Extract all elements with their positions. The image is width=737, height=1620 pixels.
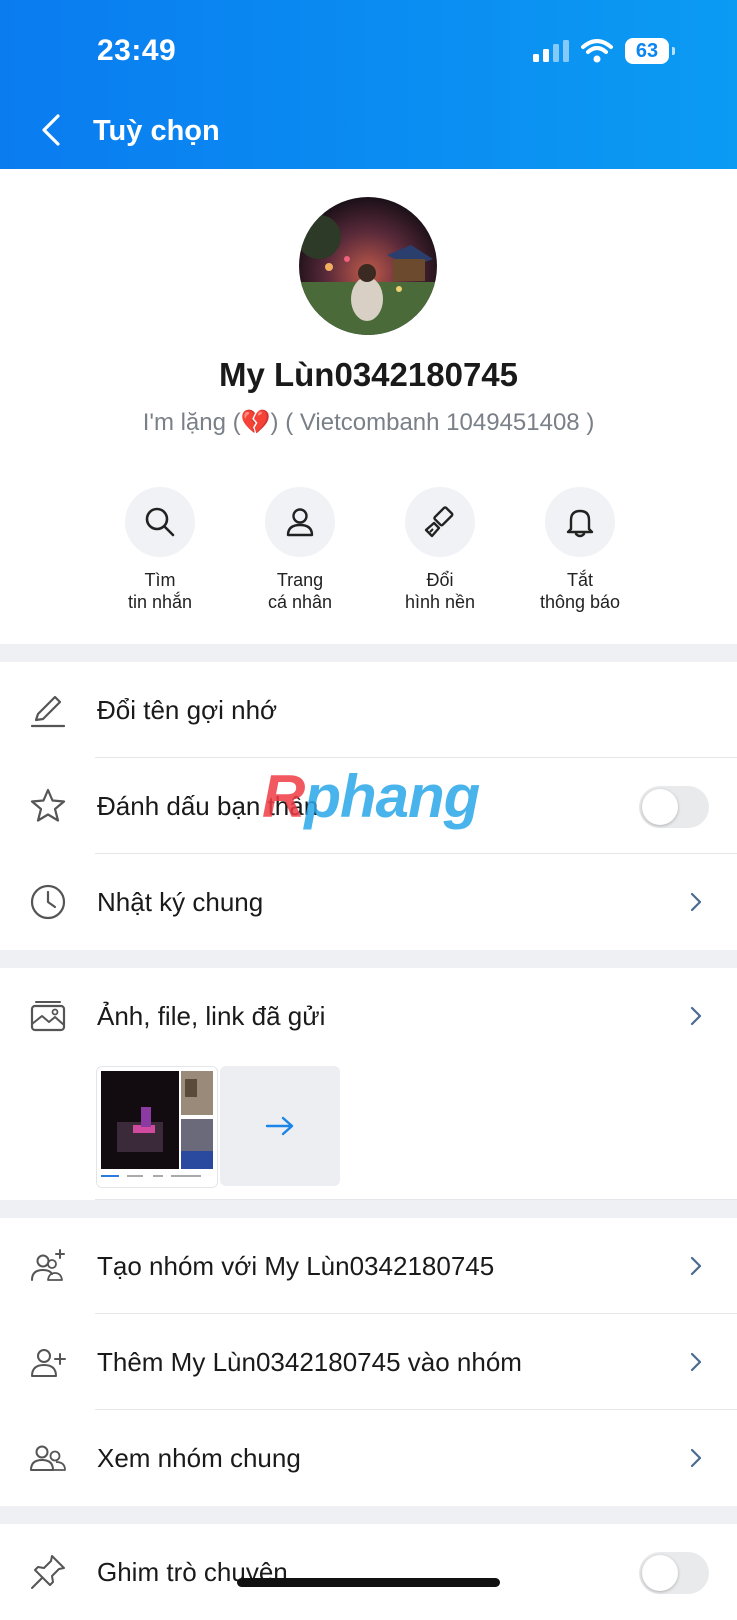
- view-more-media[interactable]: [220, 1066, 340, 1186]
- home-indicator[interactable]: [237, 1578, 500, 1587]
- menu-media-label: Ảnh, file, link đã gửi: [97, 1001, 326, 1031]
- action-change-wallpaper[interactable]: Đổi hình nền: [380, 487, 500, 613]
- thumbnail-image: [97, 1067, 217, 1187]
- pencil-icon: [30, 695, 66, 728]
- status-time: 23:49: [97, 34, 177, 67]
- menu-rename-label: Đổi tên gợi nhớ: [97, 695, 278, 725]
- signal-icon: [533, 40, 569, 62]
- menu-common-groups[interactable]: Xem nhóm chung: [0, 1410, 737, 1506]
- search-icon: [145, 507, 175, 537]
- battery-indicator: 63: [625, 38, 675, 64]
- arrow-right-icon: [265, 1116, 294, 1136]
- watermark-logo: Rphang: [262, 763, 480, 830]
- chevron-right-icon: [690, 1448, 702, 1468]
- status-suffix: ) ( Vietcombanh 1049451408 ): [270, 409, 595, 436]
- group-add-icon: [31, 1249, 65, 1281]
- action-label-line1: Đổi: [426, 570, 454, 590]
- section-gap: [0, 1200, 737, 1218]
- avatar-image: [299, 197, 437, 335]
- chevron-right-icon: [690, 1006, 702, 1026]
- action-label-line2: tin nhắn: [127, 592, 193, 612]
- action-label-line1: Tìm: [144, 570, 176, 590]
- action-label-line2: thông báo: [539, 592, 621, 612]
- menu-create-group[interactable]: Tạo nhóm với My Lùn0342180745: [0, 1218, 737, 1314]
- broken-heart-emoji: 💔: [240, 409, 271, 436]
- action-profile-page[interactable]: Trang cá nhân: [240, 487, 360, 613]
- user-icon: [286, 508, 314, 537]
- section-gap: [0, 644, 737, 662]
- menu-create-group-label: Tạo nhóm với My Lùn0342180745: [97, 1251, 495, 1281]
- clock-icon: [30, 884, 66, 920]
- action-label-line2: hình nền: [404, 592, 476, 612]
- chevron-right-icon: [690, 892, 702, 912]
- action-label-line2: cá nhân: [267, 592, 333, 612]
- chevron-right-icon: [690, 1352, 702, 1372]
- profile-section: My Lùn0342180745 I'm lặng (💔) ( Vietcomb…: [0, 169, 737, 644]
- top-bar: 23:49 63 Tuỳ chọn: [0, 0, 737, 169]
- profile-status: I'm lặng (💔) ( Vietcombanh 1049451408 ): [0, 408, 737, 437]
- user-add-icon: [31, 1349, 66, 1377]
- profile-name: My Lùn0342180745: [218, 356, 518, 393]
- status-icons: 63: [533, 38, 675, 64]
- media-thumbnail[interactable]: [96, 1066, 218, 1188]
- quick-actions: Tìmtin nhắn Trangcá nhân Đổihình nền: [100, 487, 640, 613]
- menu-diary[interactable]: Nhật ký chung: [0, 854, 737, 950]
- menu-add-to-group-label: Thêm My Lùn0342180745 vào nhóm: [97, 1347, 522, 1377]
- section-gap: [0, 1506, 737, 1524]
- action-search-messages[interactable]: Tìm tin nhắn: [100, 487, 220, 613]
- wifi-icon: [581, 39, 613, 63]
- toggle-knob: [642, 1555, 678, 1591]
- action-label-line1: Trang: [276, 570, 324, 590]
- menu-common-groups-label: Xem nhóm chung: [97, 1443, 301, 1473]
- menu-pin-chat: Ghim trò chuyện: [0, 1524, 737, 1620]
- menu-rename[interactable]: Đổi tên gợi nhớ: [0, 662, 737, 758]
- star-icon: [30, 788, 66, 822]
- page-title: Tuỳ chọn: [93, 115, 220, 147]
- pin-chat-toggle[interactable]: [639, 1552, 709, 1594]
- photo-icon: [30, 1001, 66, 1032]
- best-friend-toggle[interactable]: [639, 786, 709, 828]
- menu-media[interactable]: Ảnh, file, link đã gửi: [0, 968, 737, 1060]
- menu-diary-label: Nhật ký chung: [97, 887, 264, 917]
- back-arrow-icon[interactable]: [38, 113, 64, 147]
- pin-icon: [31, 1555, 65, 1589]
- status-prefix: I'm lặng (: [142, 409, 241, 436]
- section-gap: [0, 950, 737, 968]
- media-preview: [0, 1060, 737, 1200]
- action-label-line1: Tắt: [566, 570, 593, 590]
- users-icon: [30, 1445, 66, 1471]
- avatar[interactable]: [299, 197, 437, 335]
- toggle-knob: [642, 789, 678, 825]
- chevron-right-icon: [690, 1256, 702, 1276]
- action-mute-notifications[interactable]: Tắt thông báo: [520, 487, 640, 613]
- menu-add-to-group[interactable]: Thêm My Lùn0342180745 vào nhóm: [0, 1314, 737, 1410]
- brush-icon: [424, 506, 454, 538]
- bell-icon: [566, 509, 594, 538]
